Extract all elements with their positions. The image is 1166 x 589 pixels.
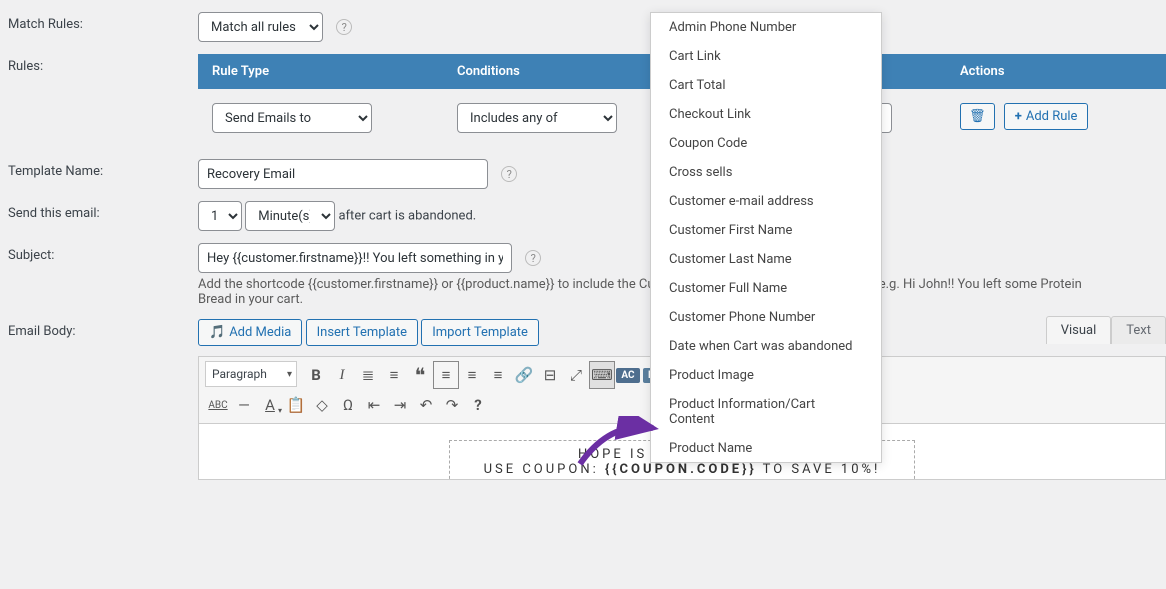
send-unit-select[interactable]: Minute(s)	[245, 201, 335, 231]
pointer-arrow-icon	[575, 416, 665, 471]
insert-template-button[interactable]: Insert Template	[306, 319, 418, 346]
dropdown-item[interactable]: Customer Last Name	[651, 245, 881, 274]
add-rule-button[interactable]: +Add Rule	[1004, 103, 1089, 130]
subject-input[interactable]	[198, 243, 512, 273]
label-match-rules: Match Rules:	[8, 12, 198, 32]
tab-text[interactable]: Text	[1111, 316, 1166, 344]
th-actions: Actions	[946, 54, 1166, 89]
clear-icon[interactable]: ◇	[309, 391, 335, 419]
merge-tags-dropdown[interactable]: Admin Phone NumberCart LinkCart TotalChe…	[650, 12, 882, 463]
import-template-button[interactable]: Import Template	[421, 319, 539, 346]
template-name-input[interactable]	[198, 159, 488, 189]
dropdown-item[interactable]: Cart Total	[651, 71, 881, 100]
dropdown-item[interactable]: Customer e-mail address	[651, 187, 881, 216]
ac-badge-icon[interactable]: AC	[615, 361, 641, 389]
th-rule-type: Rule Type	[198, 54, 443, 89]
ul-icon[interactable]: ≣	[355, 361, 381, 389]
align-center-icon[interactable]: ≡	[459, 361, 485, 389]
dropdown-item[interactable]: Product Image	[651, 361, 881, 390]
label-subject: Subject:	[8, 243, 198, 263]
after-text: after cart is abandoned.	[338, 209, 476, 224]
label-send-email: Send this email:	[8, 201, 198, 221]
dropdown-item[interactable]: Product Name	[651, 434, 881, 463]
align-right-icon[interactable]: ≡	[485, 361, 511, 389]
omega-icon[interactable]: Ω	[335, 391, 361, 419]
help-icon[interactable]: ?	[501, 166, 517, 182]
th-conditions: Conditions	[443, 54, 648, 89]
content-line2: USE COUPON: {{COUPON.CODE}} TO SAVE 10%!	[450, 462, 914, 477]
textcolor-icon[interactable]: A▾	[257, 391, 283, 419]
label-rules: Rules:	[8, 54, 198, 74]
dropdown-item[interactable]: Cart Link	[651, 42, 881, 71]
indent-icon[interactable]: ⇥	[387, 391, 413, 419]
dropdown-item[interactable]: Checkout Link	[651, 100, 881, 129]
paste-icon[interactable]: 📋	[283, 391, 309, 419]
tab-visual[interactable]: Visual	[1046, 316, 1112, 344]
dropdown-item[interactable]: Admin Phone Number	[651, 13, 881, 42]
label-email-body: Email Body:	[8, 319, 198, 339]
dropdown-item[interactable]: Cross sells	[651, 158, 881, 187]
help-icon[interactable]: ?	[336, 19, 352, 35]
dropdown-item[interactable]: Product Information/Cart Content	[651, 390, 881, 434]
toggle-toolbar-icon[interactable]: ⌨	[589, 361, 615, 389]
add-media-button[interactable]: 🎵 Add Media	[198, 319, 302, 346]
help-icon[interactable]: ?	[525, 250, 541, 266]
align-left-icon[interactable]: ≡	[433, 361, 459, 389]
dropdown-item[interactable]: Customer First Name	[651, 216, 881, 245]
bold-icon[interactable]: B	[303, 361, 329, 389]
send-qty-select[interactable]: 1	[198, 201, 242, 231]
fullscreen-icon[interactable]: ⤢	[563, 361, 589, 389]
redo-icon[interactable]: ↷	[439, 391, 465, 419]
dropdown-item[interactable]: Date when Cart was abandoned	[651, 332, 881, 361]
quote-icon[interactable]: ❝	[407, 361, 433, 389]
dropdown-item[interactable]: Customer Full Name	[651, 274, 881, 303]
match-rules-select[interactable]: Match all rules	[198, 12, 323, 42]
paragraph-select[interactable]: Paragraph	[205, 361, 297, 387]
more-icon[interactable]: ⊟	[537, 361, 563, 389]
italic-icon[interactable]: I	[329, 361, 355, 389]
help-toolbar-icon[interactable]: ?	[465, 391, 491, 419]
condition-select[interactable]: Includes any of	[457, 103, 617, 133]
delete-rule-button[interactable]: 🗑	[960, 103, 995, 130]
label-template-name: Template Name:	[8, 159, 198, 179]
rule-type-select[interactable]: Send Emails to	[212, 103, 372, 133]
undo-icon[interactable]: ↶	[413, 391, 439, 419]
hr-icon[interactable]: —	[231, 391, 257, 419]
outdent-icon[interactable]: ⇤	[361, 391, 387, 419]
abc-icon[interactable]: ABC	[205, 391, 231, 419]
dropdown-item[interactable]: Customer Phone Number	[651, 303, 881, 332]
dropdown-item[interactable]: Coupon Code	[651, 129, 881, 158]
link-icon[interactable]: 🔗	[511, 361, 537, 389]
ol-icon[interactable]: ≡	[381, 361, 407, 389]
